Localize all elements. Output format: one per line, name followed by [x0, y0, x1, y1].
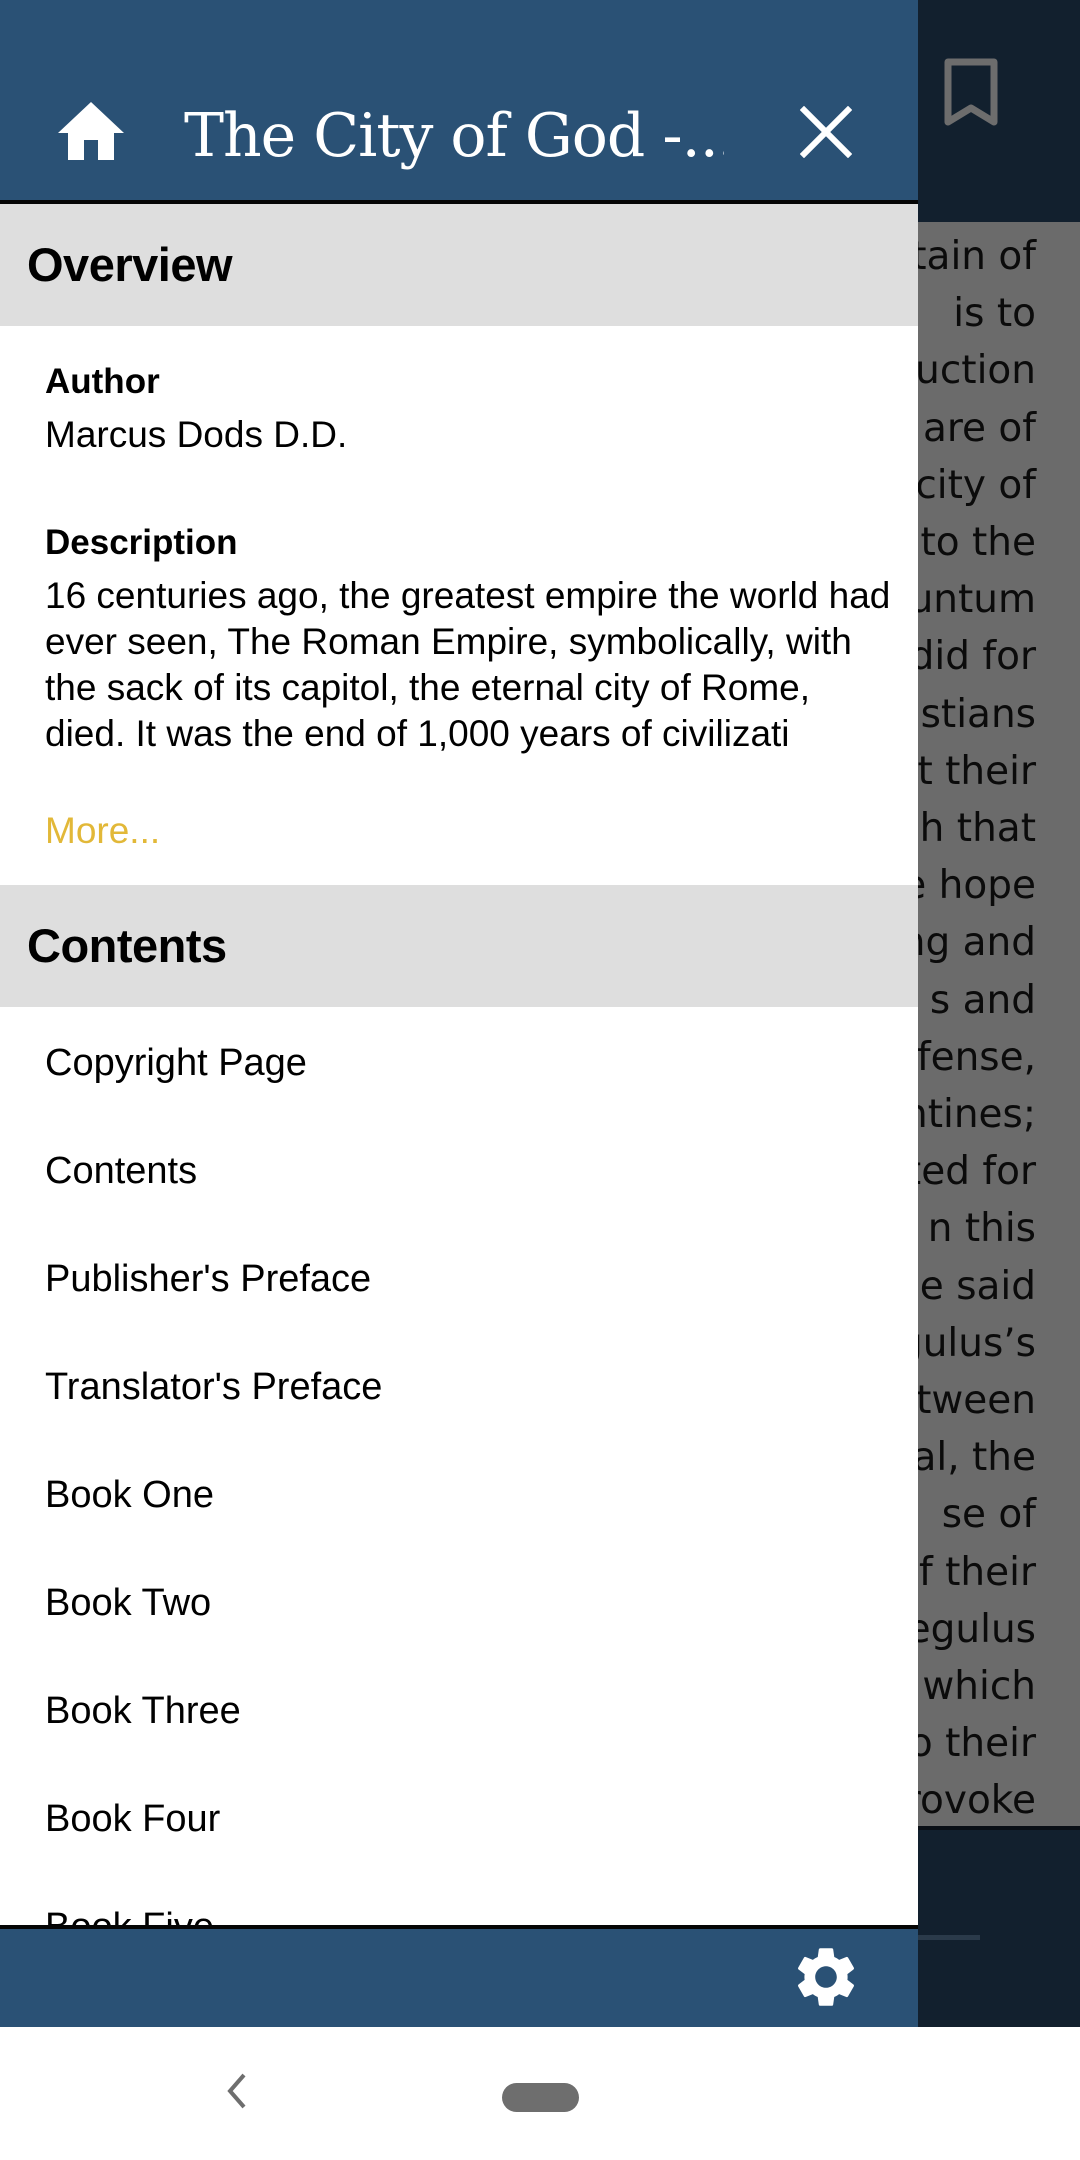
close-button[interactable] — [790, 98, 862, 170]
close-icon — [799, 105, 853, 163]
settings-button[interactable] — [784, 1941, 868, 2017]
toc-item-book-three[interactable]: Book Three — [0, 1657, 918, 1765]
back-icon[interactable] — [222, 2071, 252, 2111]
toc-item-copyright-page[interactable]: Copyright Page — [0, 1009, 918, 1117]
drawer-title: The City of God -... — [184, 101, 724, 171]
overview-heading: Overview — [27, 238, 233, 291]
contents-section-header: Contents — [0, 885, 918, 1007]
description-text: 16 centuries ago, the greatest empire th… — [45, 575, 891, 754]
drawer-header: The City of God -... — [0, 0, 918, 200]
table-of-contents: Copyright Page Contents Publisher's Pref… — [0, 1007, 918, 1927]
overview-section-header: Overview — [0, 204, 918, 326]
drawer-footer — [0, 1929, 918, 2027]
contents-heading: Contents — [27, 919, 227, 972]
system-navigation-bar — [0, 2027, 1080, 2160]
home-icon — [56, 100, 126, 167]
toc-item-contents[interactable]: Contents — [0, 1117, 918, 1225]
toc-item-book-one[interactable]: Book One — [0, 1441, 918, 1549]
author-value: Marcus Dods D.D. — [45, 414, 348, 455]
gear-icon — [790, 1941, 862, 2018]
bookmark-icon[interactable] — [944, 58, 998, 126]
home-button[interactable] — [50, 96, 132, 170]
home-pill[interactable] — [502, 2083, 579, 2112]
book-info-drawer: The City of God -... Overview Author Mar… — [0, 0, 918, 2027]
more-link[interactable]: More... — [45, 810, 160, 852]
toc-item-book-two[interactable]: Book Two — [0, 1549, 918, 1657]
toc-item-publishers-preface[interactable]: Publisher's Preface — [0, 1225, 918, 1333]
toc-item-translators-preface[interactable]: Translator's Preface — [0, 1333, 918, 1441]
toc-item-book-four[interactable]: Book Four — [0, 1765, 918, 1873]
author-label: Author — [45, 362, 160, 401]
toc-item-book-five[interactable]: Book Five — [0, 1873, 918, 1927]
description-label: Description — [45, 523, 238, 562]
